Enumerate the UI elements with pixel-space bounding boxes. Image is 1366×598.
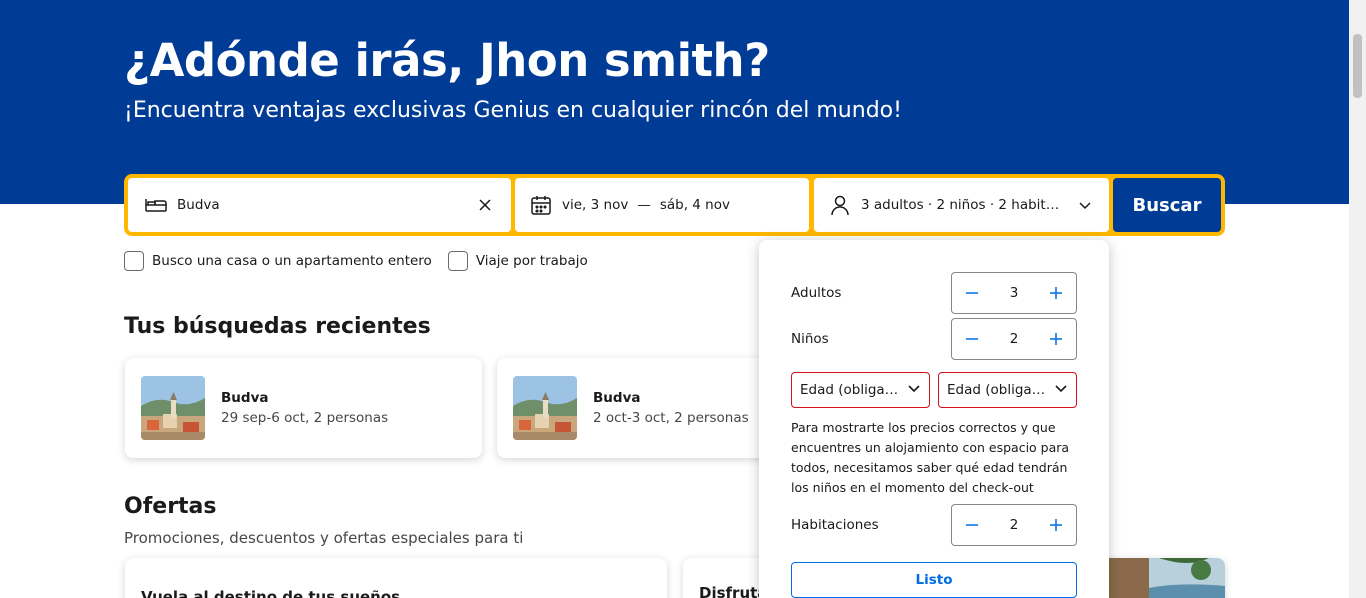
offer-image bbox=[1109, 558, 1225, 598]
child-age-placeholder: Edad (obligatoria) bbox=[800, 382, 900, 398]
whole-home-checkbox[interactable]: Busco una casa o un apartamento entero bbox=[124, 251, 432, 271]
done-button[interactable]: Listo bbox=[791, 562, 1077, 598]
occupancy-value: 3 adultos · 2 niños · 2 habitaciones bbox=[861, 197, 1067, 213]
search-filters: Busco una casa o un apartamento entero V… bbox=[124, 251, 588, 271]
rooms-stepper: 2 bbox=[951, 504, 1077, 546]
page: ¿Adónde irás, Jhon smith? ¡Encuentra ven… bbox=[0, 0, 1366, 598]
offers-title: Ofertas bbox=[124, 494, 217, 519]
destination-thumbnail bbox=[141, 376, 205, 440]
occupancy-popover: Adultos 3 Niños 2 Edad (obligatoria) bbox=[759, 240, 1109, 598]
whole-home-label: Busco una casa o un apartamento entero bbox=[152, 253, 432, 269]
occupancy-field[interactable]: 3 adultos · 2 niños · 2 habitaciones bbox=[814, 178, 1109, 232]
minus-icon[interactable] bbox=[960, 513, 984, 537]
clear-destination-icon[interactable] bbox=[475, 195, 495, 215]
search-button[interactable]: Buscar bbox=[1113, 178, 1221, 232]
chevron-down-icon bbox=[1054, 381, 1068, 399]
plus-icon[interactable] bbox=[1044, 327, 1068, 351]
chevron-down-icon bbox=[1075, 195, 1095, 215]
children-label: Niños bbox=[791, 331, 829, 347]
rooms-count: 2 bbox=[1009, 517, 1019, 533]
checkbox-box[interactable] bbox=[124, 251, 144, 271]
date-separator: — bbox=[637, 197, 651, 213]
checkin-date: vie, 3 nov bbox=[562, 197, 629, 213]
checkout-date: sáb, 4 nov bbox=[659, 197, 730, 213]
children-count: 2 bbox=[1009, 331, 1019, 347]
recent-search-destination: Budva bbox=[593, 390, 641, 406]
child-age-select[interactable]: Edad (obligatoria) bbox=[791, 372, 930, 408]
children-age-note: Para mostrarte los precios correctos y q… bbox=[791, 420, 1070, 495]
bed-icon bbox=[144, 193, 168, 217]
recent-search-details: 29 sep-6 oct, 2 personas bbox=[221, 410, 389, 426]
destination-thumbnail bbox=[513, 376, 577, 440]
destination-field[interactable]: Budva bbox=[128, 178, 511, 232]
scrollbar-thumb[interactable] bbox=[1353, 34, 1362, 98]
hero-title: ¿Adónde irás, Jhon smith? bbox=[124, 34, 770, 87]
plus-icon[interactable] bbox=[1044, 281, 1068, 305]
offer-card[interactable]: Vuela al destino de tus sueños bbox=[125, 558, 667, 598]
recent-search-destination: Budva bbox=[221, 390, 269, 406]
adults-stepper: 3 bbox=[951, 272, 1077, 314]
child-age-placeholder: Edad (obligatoria) bbox=[947, 382, 1047, 398]
work-trip-label: Viaje por trabajo bbox=[475, 253, 588, 269]
offers-subtitle: Promociones, descuentos y ofertas especi… bbox=[124, 529, 524, 547]
person-icon bbox=[828, 193, 852, 217]
recent-searches-title: Tus búsquedas recientes bbox=[124, 314, 431, 339]
rooms-label: Habitaciones bbox=[791, 517, 879, 533]
plus-icon[interactable] bbox=[1044, 513, 1068, 537]
child-age-select[interactable]: Edad (obligatoria) bbox=[938, 372, 1077, 408]
page-scrollbar[interactable] bbox=[1349, 0, 1366, 598]
recent-search-details: 2 oct-3 oct, 2 personas bbox=[593, 410, 749, 426]
offer-title: Vuela al destino de tus sueños bbox=[141, 588, 401, 598]
recent-search-card[interactable]: Budva 29 sep-6 oct, 2 personas bbox=[125, 358, 482, 458]
offer-title: Disfruta bbox=[699, 584, 768, 598]
minus-icon[interactable] bbox=[960, 327, 984, 351]
dates-field[interactable]: vie, 3 nov — sáb, 4 nov bbox=[515, 178, 809, 232]
destination-value: Budva bbox=[177, 197, 220, 213]
search-bar: Budva vie, 3 nov — sáb, 4 nov 3 adultos … bbox=[124, 174, 1225, 236]
children-stepper: 2 bbox=[951, 318, 1077, 360]
minus-icon[interactable] bbox=[960, 281, 984, 305]
adults-label: Adultos bbox=[791, 285, 842, 301]
hero-subtitle: ¡Encuentra ventajas exclusivas Genius en… bbox=[124, 98, 902, 123]
adults-count: 3 bbox=[1009, 285, 1019, 301]
chevron-down-icon bbox=[907, 381, 921, 399]
calendar-icon bbox=[529, 193, 553, 217]
work-trip-checkbox[interactable]: Viaje por trabajo bbox=[447, 251, 588, 271]
checkbox-box[interactable] bbox=[447, 251, 468, 271]
